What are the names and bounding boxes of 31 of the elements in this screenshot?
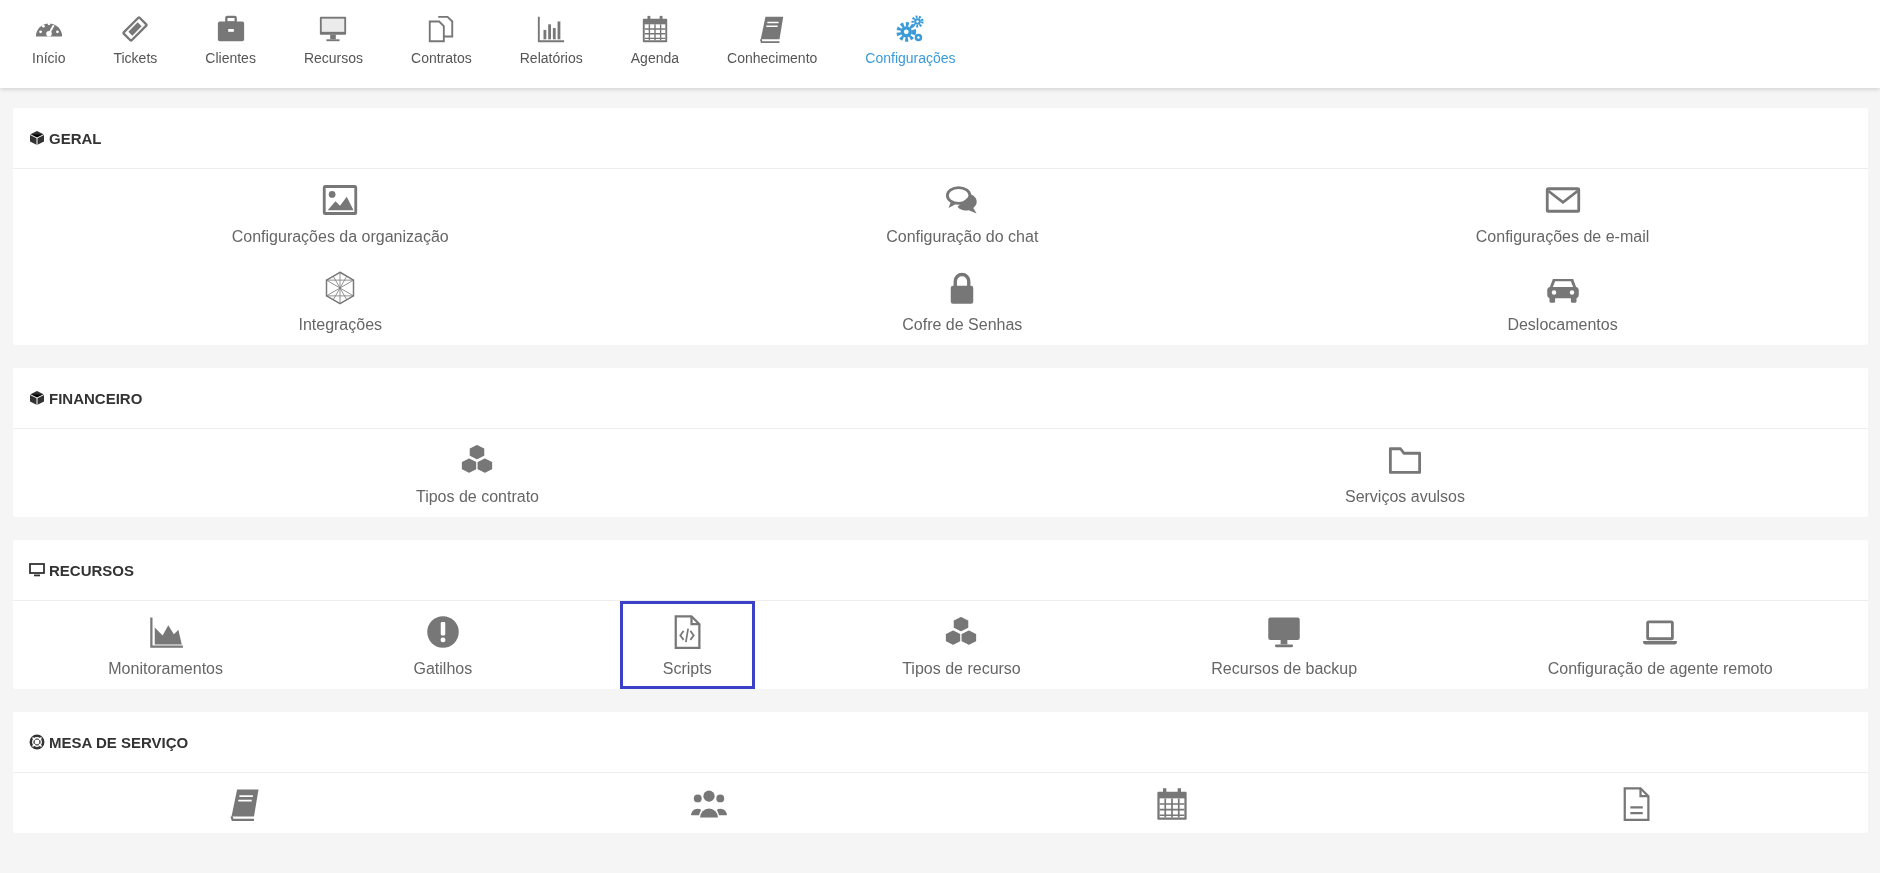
nav-tab[interactable]: Contratos: [387, 0, 496, 66]
nav-tab[interactable]: Tickets: [89, 0, 182, 66]
section-title: FINANCEIRO: [49, 389, 143, 407]
settings-item[interactable]: Recursos de backup: [1168, 601, 1401, 689]
settings-item[interactable]: Configuração do chat: [843, 169, 1082, 257]
settings-item[interactable]: Tipos de contrato: [372, 429, 582, 517]
settings-item[interactable]: Gatilhos: [370, 601, 516, 689]
settings-item[interactable]: Monitoramentos: [65, 601, 266, 689]
cube-icon: [29, 130, 45, 146]
section-title: GERAL: [49, 129, 102, 147]
nav-tab[interactable]: Conhecimento: [703, 0, 842, 66]
section-title: MESA DE SERVIÇO: [49, 733, 189, 751]
settings-item[interactable]: Integrações: [255, 257, 426, 345]
cube-icon: [29, 390, 45, 406]
settings-item[interactable]: Serviços avulsos: [1301, 429, 1508, 517]
settings-item[interactable]: Configuração de agente remoto: [1504, 601, 1816, 689]
section-title: RECURSOS: [49, 561, 134, 579]
nav-tab[interactable]: Início: [8, 0, 90, 66]
settings-item[interactable]: Deslocamentos: [1464, 257, 1661, 345]
settings-item[interactable]: Scripts: [619, 601, 755, 689]
life-ring-icon: [29, 734, 45, 750]
settings-item[interactable]: Cofre de Senhas: [859, 257, 1066, 345]
nav-tab[interactable]: Configurações: [841, 0, 980, 66]
monitor-icon: [29, 562, 45, 578]
settings-item[interactable]: Configurações da organização: [188, 169, 492, 257]
nav-tab[interactable]: Recursos: [279, 0, 388, 66]
settings-item[interactable]: Tipos de recurso: [859, 601, 1064, 689]
nav-tab[interactable]: Relatórios: [495, 0, 607, 66]
settings-item[interactable]: Configurações de e-mail: [1432, 169, 1693, 257]
nav-tab[interactable]: Agenda: [606, 0, 704, 66]
nav-tab[interactable]: Clientes: [181, 0, 280, 66]
